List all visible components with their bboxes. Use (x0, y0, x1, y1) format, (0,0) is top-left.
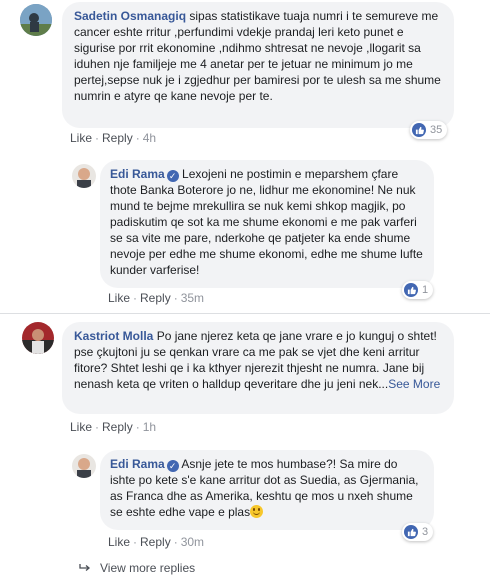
reaction-summary[interactable]: 35 (410, 121, 448, 139)
reply-bubble: Edi Rama ✓ Lexojeni ne postimin e meparsh… (100, 160, 434, 288)
comment-author[interactable]: Kastriot Molla (74, 329, 153, 343)
see-more-link[interactable]: See More (388, 377, 440, 391)
divider (0, 313, 490, 314)
comment-timestamp[interactable]: 30m (181, 535, 204, 549)
like-link[interactable]: Like (70, 131, 92, 145)
reaction-summary[interactable]: 3 (402, 523, 434, 541)
reaction-count: 35 (430, 124, 443, 136)
comment-timestamp[interactable]: 4h (143, 131, 156, 145)
avatar[interactable] (72, 164, 96, 188)
comment-timestamp[interactable]: 1h (143, 420, 156, 434)
comment-text: sipas statistikave tuaja numri i te semu… (74, 9, 441, 103)
like-icon (404, 525, 418, 539)
avatar-image (20, 4, 52, 36)
reply-bubble: Edi Rama ✓ Asnje jete te mos humbase?! Sa… (100, 450, 434, 530)
reply-arrow-icon (79, 564, 91, 571)
avatar-image (72, 454, 96, 478)
comment-author[interactable]: Sadetin Osmanagiq (74, 9, 186, 23)
like-link[interactable]: Like (108, 535, 130, 549)
verified-badge-icon: ✓ (166, 170, 179, 182)
comment-bubble: Sadetin Osmanagiq sipas statistikave tua… (62, 2, 454, 128)
avatar-image (72, 164, 96, 188)
reply-link[interactable]: Reply (140, 535, 171, 549)
comment-actions: Like · Reply · 30m (108, 535, 205, 549)
like-link[interactable]: Like (108, 291, 130, 305)
reply-link[interactable]: Reply (102, 420, 133, 434)
avatar[interactable] (72, 454, 96, 478)
like-icon (412, 123, 426, 137)
like-icon (404, 283, 418, 297)
view-more-replies-label: View more replies (100, 561, 196, 575)
comment-author[interactable]: Edi Rama (110, 457, 165, 471)
verified-badge-icon: ✓ (166, 460, 179, 472)
reply-link[interactable]: Reply (102, 131, 133, 145)
reaction-count: 3 (422, 526, 429, 538)
comment-actions: Like · Reply · 4h (70, 131, 157, 145)
avatar-image (22, 322, 54, 354)
comment-text: Lexojeni ne postimin e meparshem çfare t… (110, 167, 423, 277)
comment-actions: Like · Reply · 1h (70, 420, 157, 434)
view-more-replies-link[interactable]: View more replies (78, 561, 195, 575)
like-link[interactable]: Like (70, 420, 92, 434)
avatar[interactable] (20, 4, 52, 36)
comment-author[interactable]: Edi Rama (110, 167, 165, 181)
smiley-emoji-icon (250, 505, 264, 518)
comment-bubble: Kastriot Molla Po jane njerez keta qe ja… (62, 322, 454, 414)
avatar[interactable] (22, 322, 54, 354)
comment-timestamp[interactable]: 35m (181, 291, 204, 305)
reaction-summary[interactable]: 1 (402, 281, 434, 299)
comment-actions: Like · Reply · 35m (108, 291, 205, 305)
reply-link[interactable]: Reply (140, 291, 171, 305)
reaction-count: 1 (422, 284, 429, 296)
